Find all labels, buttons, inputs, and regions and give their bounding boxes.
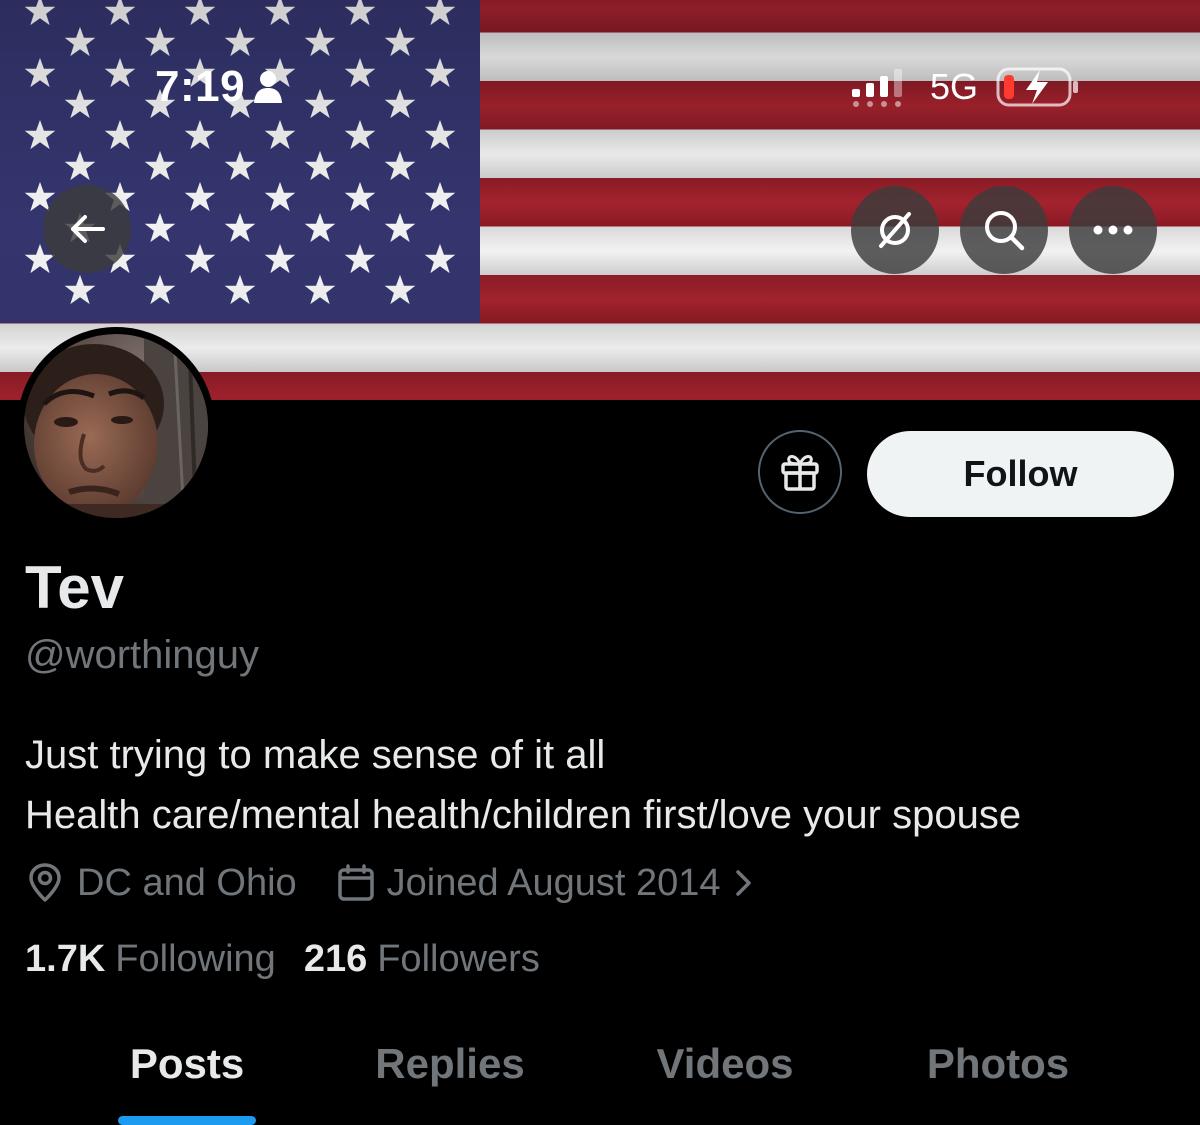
status-indicators: 5G [850,66,1080,108]
location-text: DC and Ohio [77,861,297,904]
location-pin-icon [29,863,61,902]
gift-button[interactable] [758,430,842,514]
user-handle: @worthinguy [25,633,260,677]
more-icon [1093,225,1133,235]
tab-videos[interactable]: Videos [657,1040,794,1088]
person-icon [254,71,283,103]
active-tab-indicator [118,1116,256,1125]
battery-charging-icon [996,67,1079,107]
status-time-text: 7:19 [155,62,246,111]
profile-meta: DC and Ohio Joined August 2014 [25,858,755,908]
location: DC and Ohio [25,862,297,905]
back-button[interactable] [43,185,131,273]
bio: Just trying to make sense of it all Heal… [25,725,1021,845]
status-time: 7:19 [155,62,283,112]
arrow-left-icon [71,215,105,243]
follow-button[interactable]: Follow [867,431,1174,517]
more-button[interactable] [1069,186,1157,274]
following-label: Following [115,938,276,980]
bio-line: Health care/mental health/children first… [25,793,1022,837]
followers-count: 216 [303,938,368,980]
search-button[interactable] [960,186,1048,274]
signal-icon [852,69,902,107]
join-date[interactable]: Joined August 2014 [337,862,755,905]
following-count: 1.7K [25,938,106,980]
tab-photos[interactable]: Photos [927,1040,1069,1088]
search-icon [985,211,1025,251]
tab-replies[interactable]: Replies [375,1040,524,1088]
tab-posts[interactable]: Posts [130,1040,244,1088]
grok-icon [879,212,911,248]
followers-label: Followers [377,938,540,980]
display-name: Tev [25,554,124,621]
avatar-photo [24,334,208,518]
network-type: 5G [930,66,979,107]
profile-tabs: Posts Replies Videos Photos [0,1030,1200,1125]
calendar-icon [337,864,374,901]
followers-link[interactable]: 216 Followers [304,938,540,981]
grok-button[interactable] [851,186,939,274]
bio-line: Just trying to make sense of it all [25,733,606,777]
avatar[interactable] [17,327,215,525]
chevron-right-icon [735,870,751,896]
follow-counts: 1.7K Following 216 Followers [25,938,540,981]
gift-icon [781,455,819,491]
join-date-text: Joined August 2014 [386,861,721,904]
following-link[interactable]: 1.7K Following [25,938,276,981]
